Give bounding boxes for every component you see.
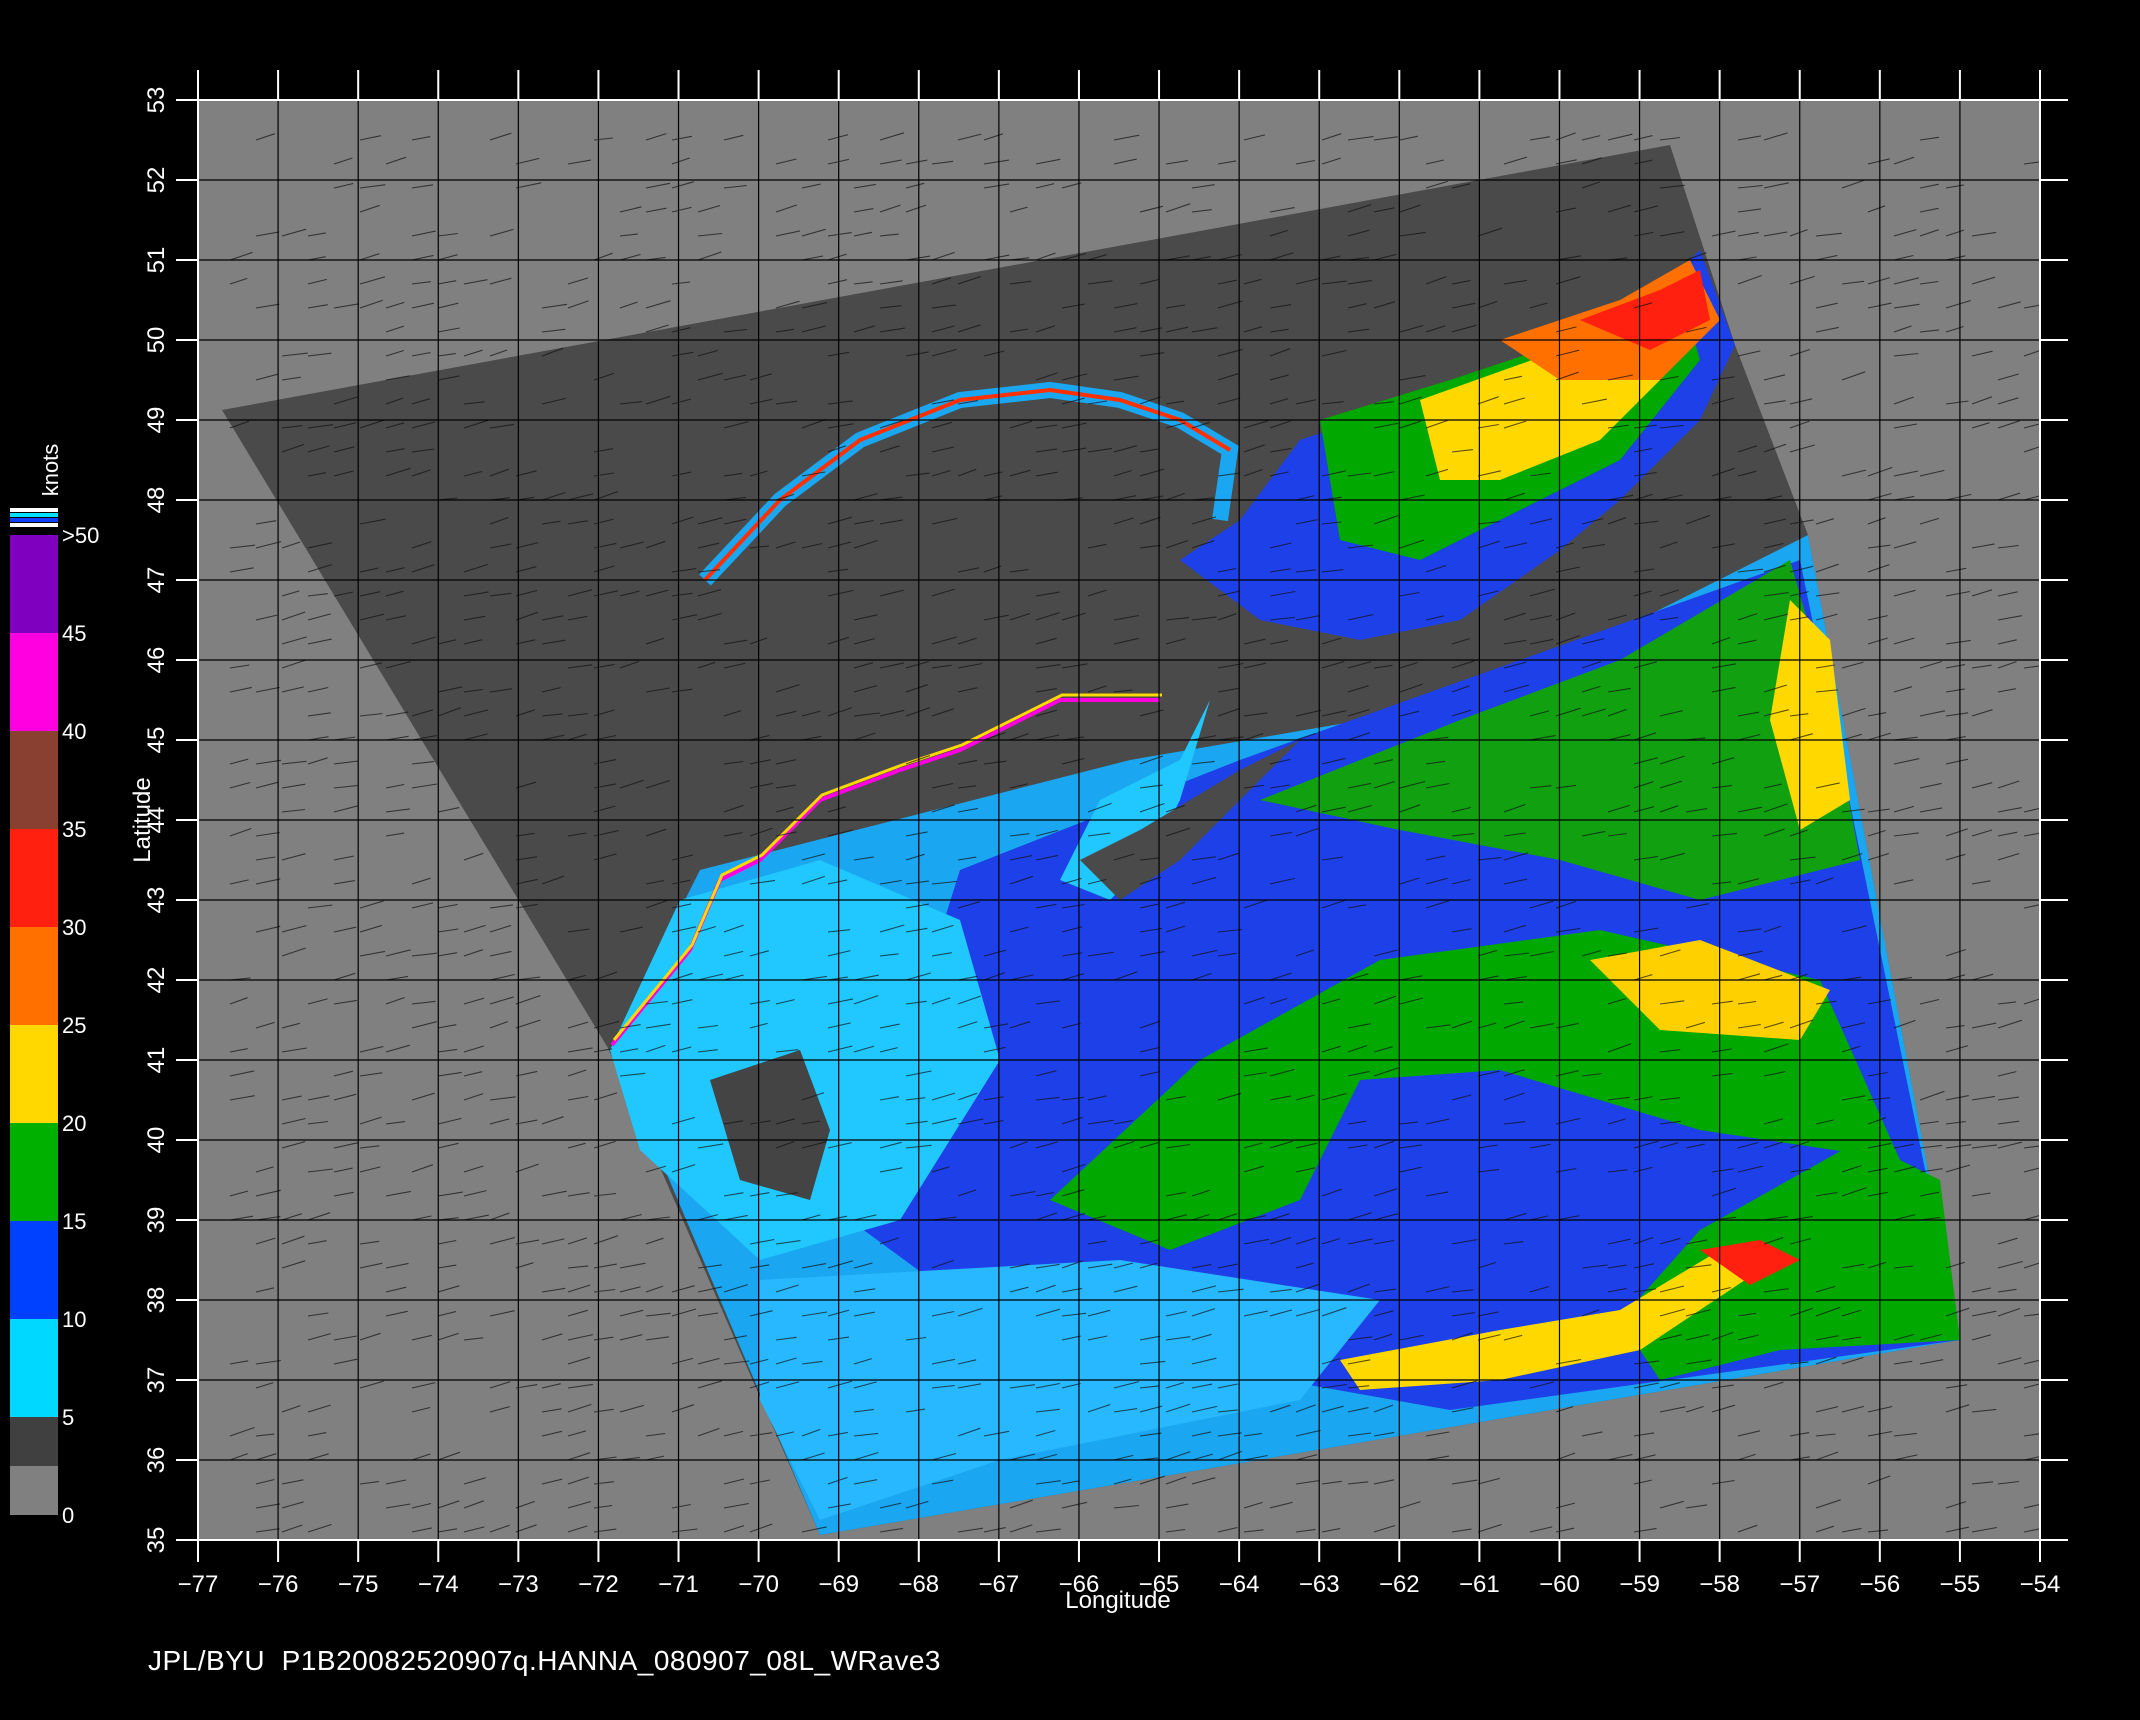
x-tick-label: −73: [498, 1571, 539, 1598]
colorbar-label: 40: [62, 719, 86, 744]
y-tick-label: 35: [143, 1527, 170, 1554]
colorbar-band: [10, 633, 58, 731]
colorbar-band: [10, 1123, 58, 1221]
y-tick-label: 42: [143, 967, 170, 994]
colorbar-label: 5: [62, 1405, 74, 1430]
x-tick-label: −72: [578, 1571, 619, 1598]
y-axis-title: Latitude: [129, 777, 156, 862]
y-tick-label: 49: [143, 407, 170, 434]
colorbar-overflow-stripe: [10, 523, 58, 527]
colorbar-label: 15: [62, 1209, 86, 1234]
footer-caption: JPL/BYU P1B20082520907q.HANNA_080907_08L…: [148, 1645, 941, 1677]
x-tick-label: −63: [1299, 1571, 1340, 1598]
colorbar-overflow-stripe: [10, 513, 58, 517]
x-tick-label: −64: [1219, 1571, 1260, 1598]
colorbar-label: 30: [62, 915, 86, 940]
x-tick-label: −68: [898, 1571, 939, 1598]
y-tick-label: 38: [143, 1287, 170, 1314]
colorbar-band: [10, 1025, 58, 1123]
y-tick-label: 47: [143, 567, 170, 594]
colorbar-label: 25: [62, 1013, 86, 1038]
x-tick-label: −54: [2020, 1571, 2061, 1598]
colorbar-units: knots: [38, 444, 63, 497]
colorbar-label: >50: [62, 523, 99, 548]
x-tick-label: −60: [1539, 1571, 1580, 1598]
x-tick-label: −55: [1940, 1571, 1981, 1598]
colorbar-band: [10, 1221, 58, 1319]
x-axis-title: Longitude: [1065, 1587, 1170, 1614]
colorbar-band: [10, 1319, 58, 1417]
y-tick-label: 39: [143, 1207, 170, 1234]
colorbar-label: 10: [62, 1307, 86, 1332]
colorbar-band: [10, 927, 58, 1025]
x-tick-label: −56: [1859, 1571, 1900, 1598]
y-tick-label: 40: [143, 1127, 170, 1154]
x-tick-label: −70: [738, 1571, 779, 1598]
colorbar-band: [10, 829, 58, 927]
x-tick-label: −67: [979, 1571, 1020, 1598]
x-tick-label: −57: [1779, 1571, 1820, 1598]
colorbar: 0 5 10 15 20 25 30 35 40 45 >50: [10, 508, 99, 1528]
x-tick-label: −69: [818, 1571, 859, 1598]
footer-source: JPL/BYU: [148, 1645, 266, 1676]
x-tick-label: −61: [1459, 1571, 1500, 1598]
y-tick-label: 53: [143, 87, 170, 114]
y-tick-label: 52: [143, 167, 170, 194]
x-tick-label: −75: [338, 1571, 379, 1598]
x-tick-label: −58: [1699, 1571, 1740, 1598]
y-tick-label: 51: [143, 247, 170, 274]
colorbar-overflow-stripe: [10, 508, 58, 512]
x-tick-label: −62: [1379, 1571, 1420, 1598]
colorbar-label: 45: [62, 621, 86, 646]
colorbar-band: [10, 535, 58, 633]
y-tick-label: 36: [143, 1447, 170, 1474]
y-tick-label: 46: [143, 647, 170, 674]
y-tick-label: 45: [143, 727, 170, 754]
footer-filename: P1B20082520907q.HANNA_080907_08L_WRave3: [281, 1645, 941, 1676]
colorbar-label: 35: [62, 817, 86, 842]
y-tick-label: 50: [143, 327, 170, 354]
colorbar-label: 0: [62, 1503, 74, 1528]
colorbar-band: [10, 731, 58, 829]
x-tick-label: −71: [658, 1571, 699, 1598]
x-tick-label: −76: [258, 1571, 299, 1598]
y-tick-label: 37: [143, 1367, 170, 1394]
y-tick-label: 43: [143, 887, 170, 914]
colorbar-label: 20: [62, 1111, 86, 1136]
x-tick-label: −59: [1619, 1571, 1660, 1598]
y-tick-label: 41: [143, 1047, 170, 1074]
colorbar-band-shade: [10, 1466, 58, 1515]
y-tick-label: 48: [143, 487, 170, 514]
x-tick-label: −77: [178, 1571, 219, 1598]
wind-map: −77 −76 −75 −74 −73 −72 −71 −70 −69 −68 −67 −66 −65−…: [10, 70, 2068, 1614]
x-tick-label: −74: [418, 1571, 459, 1598]
colorbar-band-shade: [10, 1417, 58, 1466]
colorbar-overflow-stripe: [10, 518, 58, 522]
